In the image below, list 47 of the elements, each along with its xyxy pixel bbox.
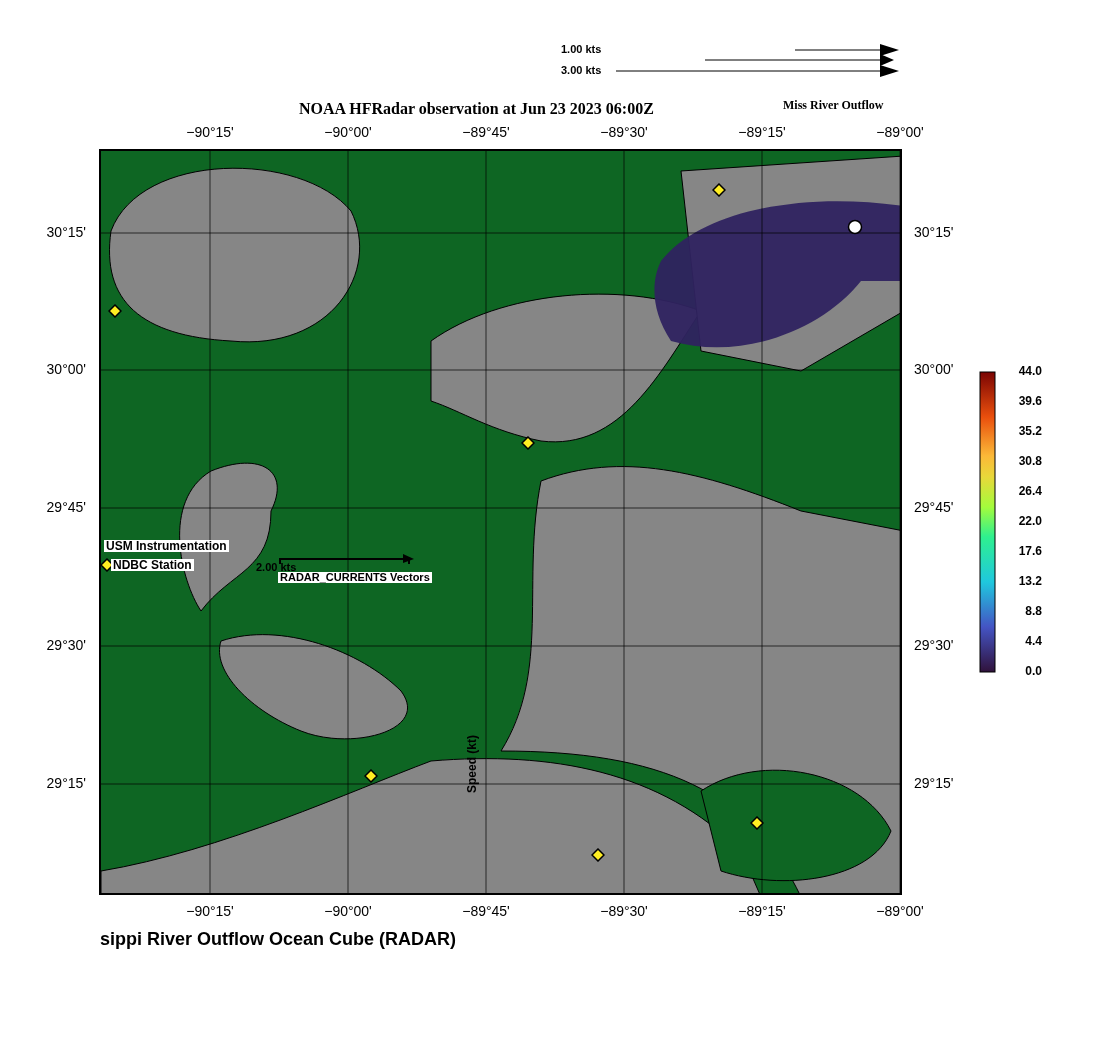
colorbar-tick-label: 35.2 <box>1018 425 1042 437</box>
station-marker <box>521 436 535 450</box>
axis-tick-label: 30°15' <box>46 225 86 239</box>
axis-label: Speed (kt) <box>466 734 478 795</box>
axis-tick-label: −89°15' <box>738 904 786 918</box>
station-marker <box>591 848 605 862</box>
colorbar-tick-label: 17.6 <box>1018 545 1042 557</box>
axis-tick-label: 29°30' <box>914 638 954 652</box>
axis-tick-label: −90°00' <box>324 904 372 918</box>
colorbar-tick-label: 8.8 <box>1025 605 1042 617</box>
chart-subtitle: Miss River Outflow <box>783 99 884 111</box>
axis-tick-label: 29°15' <box>46 776 86 790</box>
station-marker <box>712 183 726 197</box>
axis-tick-label: −90°15' <box>186 125 234 139</box>
axis-tick-label: 29°45' <box>46 500 86 514</box>
axis-tick-label: 29°45' <box>914 500 954 514</box>
axis-tick-label: 29°30' <box>46 638 86 652</box>
scale-label: 1.00 kts <box>561 44 602 55</box>
colorbar-tick-label: 0.0 <box>1025 665 1042 677</box>
colorbar-tick-label: 26.4 <box>1018 485 1042 497</box>
colorbar-tick-label: 44.0 <box>1018 365 1042 377</box>
axis-tick-label: −89°00' <box>876 904 924 918</box>
axis-tick-label: −89°30' <box>600 904 648 918</box>
axis-tick-label: −89°45' <box>462 125 510 139</box>
axis-tick-label: 30°00' <box>46 362 86 376</box>
chart-title: NOAA HFRadar observation at Jun 23 2023 06:00Z <box>299 101 654 117</box>
axis-tick-label: 30°00' <box>914 362 954 376</box>
map-legend-label: NDBC Station <box>111 559 194 571</box>
axis-tick-label: 29°15' <box>914 776 954 790</box>
axis-tick-label: −89°30' <box>600 125 648 139</box>
colorbar-tick-label: 30.8 <box>1018 455 1042 467</box>
vector-legend-label: RADAR_CURRENTS Vectors <box>278 572 432 583</box>
axis-tick-label: 30°15' <box>914 225 954 239</box>
colorbar-tick-label: 4.4 <box>1025 635 1042 647</box>
vector-scale-label: 2.00 kts <box>255 562 298 573</box>
axis-tick-label: −89°45' <box>462 904 510 918</box>
station-marker <box>108 304 122 318</box>
scale-label: 3.00 kts <box>561 65 602 76</box>
axis-tick-label: −90°15' <box>186 904 234 918</box>
colorbar-tick-label: 39.6 <box>1018 395 1042 407</box>
map-legend-label: USM Instrumentation <box>104 540 229 552</box>
axis-tick-label: −89°15' <box>738 125 786 139</box>
axis-tick-label: −90°00' <box>324 125 372 139</box>
colorbar-tick-label: 13.2 <box>1018 575 1042 587</box>
map-caption: sippi River Outflow Ocean Cube (RADAR) <box>100 930 457 948</box>
colorbar-tick-label: 22.0 <box>1018 515 1042 527</box>
axis-tick-label: −89°00' <box>876 125 924 139</box>
